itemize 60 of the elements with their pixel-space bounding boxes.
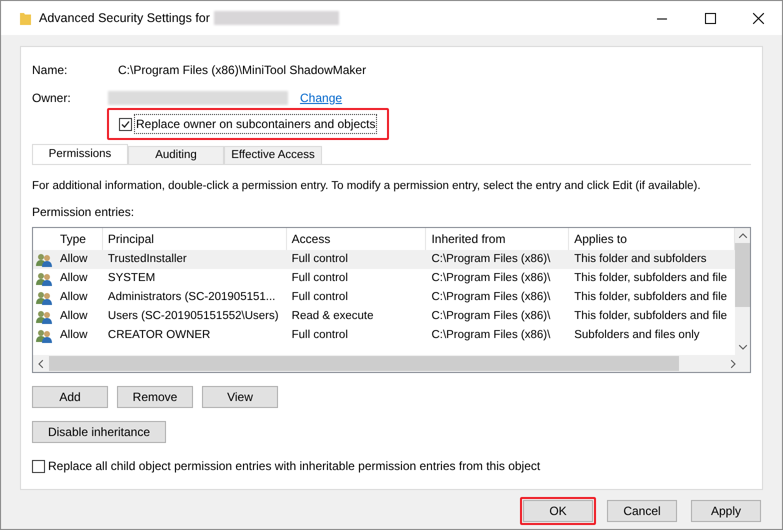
scroll-thumb[interactable]	[735, 243, 750, 308]
table-cell-text: Subfolders and files only	[573, 328, 701, 344]
table-cell-text: This folder and subfolders	[573, 252, 708, 268]
table-cell-text: This folder, subfolders and file	[573, 309, 728, 324]
table-cell-text: CREATOR OWNER	[106, 328, 212, 344]
table-cell-text: Allow	[58, 271, 88, 286]
table-cell-text: C:\Program Files (x86)\	[430, 252, 552, 268]
table-cell-text: Allow	[58, 328, 88, 344]
name-value: C:\Program Files (x86)\MiniTool ShadowMaker	[118, 62, 366, 79]
table-cell-text: Users (SC-201905151552\Users)	[106, 309, 280, 324]
users-icon	[36, 310, 52, 324]
users-icon	[36, 252, 52, 267]
table-cell-text: C:\Program Files (x86)\	[430, 290, 552, 306]
table-cell-text: TrustedInstaller	[106, 252, 188, 268]
vertical-scrollbar[interactable]	[735, 228, 750, 356]
table-cell-text: This folder, subfolders and file	[573, 290, 728, 306]
table-cell-text: Administrators (SC-201905151...	[106, 290, 276, 306]
table-cell-text: Allow	[58, 309, 88, 324]
table-row[interactable]: Allow TrustedInstaller Full control C:\Program Files (x86)\ This folder and subfolders	[33, 250, 735, 270]
tab[interactable]: Effective Access	[224, 146, 322, 165]
tab[interactable]: Permissions	[32, 144, 128, 165]
button[interactable]: Cancel	[607, 500, 677, 522]
checkbox-label: Replace owner on subcontainers and objects	[134, 114, 378, 134]
button[interactable]: View	[202, 386, 278, 408]
table-cell-text: C:\Program Files (x86)\	[430, 328, 552, 344]
table-cell-text: Read & execute	[290, 309, 374, 324]
table-cell-text: Allow	[58, 290, 88, 306]
maximize-icon[interactable]	[705, 12, 716, 24]
table-cell-text: This folder, subfolders and file	[573, 271, 728, 286]
scroll-thumb[interactable]	[49, 356, 679, 372]
horizontal-scrollbar[interactable]	[33, 355, 750, 372]
checkbox-label: Replace all child object permission entries with inheritable permission entries from this object	[48, 458, 540, 476]
table-cell-text: Full control	[290, 271, 349, 286]
checkbox[interactable]	[119, 118, 132, 130]
users-icon	[36, 272, 52, 286]
name-label: Name:	[32, 62, 68, 79]
entries-label: Permission entries:	[32, 204, 136, 222]
check-icon	[121, 120, 130, 128]
table-cell-text: C:\Program Files (x86)\	[430, 309, 552, 324]
table-cell-text: Full control	[290, 328, 349, 344]
window-title: Advanced Security Settings for	[39, 10, 210, 27]
change-link[interactable]: Change	[300, 89, 342, 107]
button[interactable]: OK	[523, 500, 593, 522]
button[interactable]: Remove	[117, 386, 193, 408]
tab[interactable]: Auditing	[128, 146, 224, 165]
users-icon	[36, 328, 52, 343]
table-cell-text: SYSTEM	[106, 271, 156, 286]
close-icon[interactable]	[753, 12, 764, 24]
button[interactable]: Disable inheritance	[32, 421, 166, 444]
button[interactable]: Apply	[691, 500, 761, 522]
table-cell-text: Allow	[58, 252, 88, 268]
checkbox[interactable]	[32, 460, 45, 473]
folder-icon	[20, 12, 31, 24]
table-cell-text: Full control	[290, 252, 349, 268]
table-cell-text: C:\Program Files (x86)\	[430, 271, 552, 286]
users-icon	[36, 290, 52, 305]
info-text: For additional information, double-click a permission entry. To modify a permission entry, select the entry and click Edit (if available).	[32, 179, 702, 194]
button[interactable]: Add	[32, 386, 108, 408]
owner-label: Owner:	[32, 90, 72, 107]
table-cell-text: Full control	[290, 290, 349, 306]
